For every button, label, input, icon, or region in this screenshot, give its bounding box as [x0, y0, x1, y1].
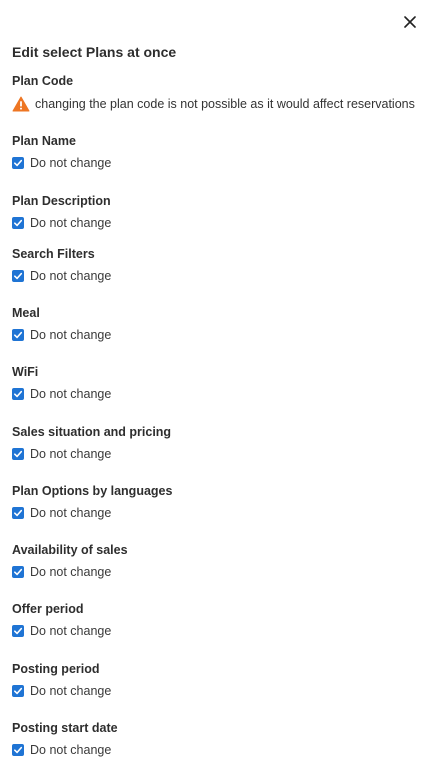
- checkbox[interactable]: [12, 507, 24, 519]
- field-label-wifi: WiFi: [12, 365, 39, 379]
- close-button[interactable]: [400, 12, 420, 32]
- field-label-plan-options-by-languages: Plan Options by languages: [12, 484, 173, 498]
- do-not-change-checkbox-search-filters[interactable]: Do not change: [12, 269, 111, 283]
- checkmark-icon: [14, 509, 23, 517]
- checkmark-icon: [14, 568, 23, 576]
- do-not-change-checkbox-offer-period[interactable]: Do not change: [12, 624, 111, 638]
- checkmark-icon: [14, 450, 23, 458]
- close-icon: [404, 16, 416, 28]
- checkbox-label: Do not change: [30, 216, 112, 230]
- do-not-change-checkbox-sales-situation-and-pricing[interactable]: Do not change: [12, 447, 111, 461]
- checkbox[interactable]: [12, 448, 24, 460]
- edit-plans-panel: Edit select Plans at once Plan Code chan…: [0, 0, 435, 768]
- checkbox[interactable]: [12, 329, 24, 341]
- field-label-sales-situation-and-pricing: Sales situation and pricing: [12, 425, 172, 439]
- checkmark-icon: [14, 331, 23, 339]
- checkmark-icon: [14, 746, 23, 754]
- do-not-change-checkbox-availability-of-sales[interactable]: Do not change: [12, 565, 111, 579]
- do-not-change-checkbox-plan-name[interactable]: Do not change: [12, 156, 111, 170]
- checkmark-icon: [14, 219, 23, 227]
- checkbox[interactable]: [12, 157, 24, 169]
- checkbox-label: Do not change: [30, 156, 112, 170]
- plan-code-warning: changing the plan code is not possible a…: [12, 96, 415, 112]
- warning-text: changing the plan code is not possible a…: [35, 97, 415, 111]
- checkbox[interactable]: [12, 217, 24, 229]
- checkmark-icon: [14, 687, 23, 695]
- checkbox-label: Do not change: [30, 565, 112, 579]
- field-label-meal: Meal: [12, 306, 40, 320]
- checkmark-icon: [14, 627, 23, 635]
- checkbox[interactable]: [12, 685, 24, 697]
- checkbox[interactable]: [12, 744, 24, 756]
- field-label-plan-description: Plan Description: [12, 194, 111, 208]
- checkmark-icon: [14, 390, 23, 398]
- field-label-search-filters: Search Filters: [12, 247, 95, 261]
- plan-code-label: Plan Code: [12, 74, 74, 88]
- checkbox[interactable]: [12, 625, 24, 637]
- checkbox-label: Do not change: [30, 624, 112, 638]
- field-label-availability-of-sales: Availability of sales: [12, 543, 128, 557]
- do-not-change-checkbox-meal[interactable]: Do not change: [12, 328, 111, 342]
- warning-icon: [12, 96, 30, 112]
- do-not-change-checkbox-posting-period[interactable]: Do not change: [12, 684, 111, 698]
- do-not-change-checkbox-plan-options-by-languages[interactable]: Do not change: [12, 506, 111, 520]
- field-label-posting-period: Posting period: [12, 662, 100, 676]
- field-label-posting-start-date: Posting start date: [12, 721, 118, 735]
- checkbox[interactable]: [12, 566, 24, 578]
- checkbox-label: Do not change: [30, 328, 112, 342]
- checkbox[interactable]: [12, 388, 24, 400]
- panel-title: Edit select Plans at once: [12, 44, 177, 60]
- checkbox-label: Do not change: [30, 506, 112, 520]
- field-label-plan-name: Plan Name: [12, 134, 76, 148]
- do-not-change-checkbox-plan-description[interactable]: Do not change: [12, 216, 111, 230]
- do-not-change-checkbox-wifi[interactable]: Do not change: [12, 387, 111, 401]
- checkbox[interactable]: [12, 270, 24, 282]
- checkbox-label: Do not change: [30, 269, 112, 283]
- field-label-offer-period: Offer period: [12, 602, 84, 616]
- checkmark-icon: [14, 272, 23, 280]
- checkbox-label: Do not change: [30, 387, 112, 401]
- checkbox-label: Do not change: [30, 447, 112, 461]
- checkmark-icon: [14, 159, 23, 167]
- checkbox-label: Do not change: [30, 684, 112, 698]
- do-not-change-checkbox-posting-start-date[interactable]: Do not change: [12, 743, 111, 757]
- checkbox-label: Do not change: [30, 743, 112, 757]
